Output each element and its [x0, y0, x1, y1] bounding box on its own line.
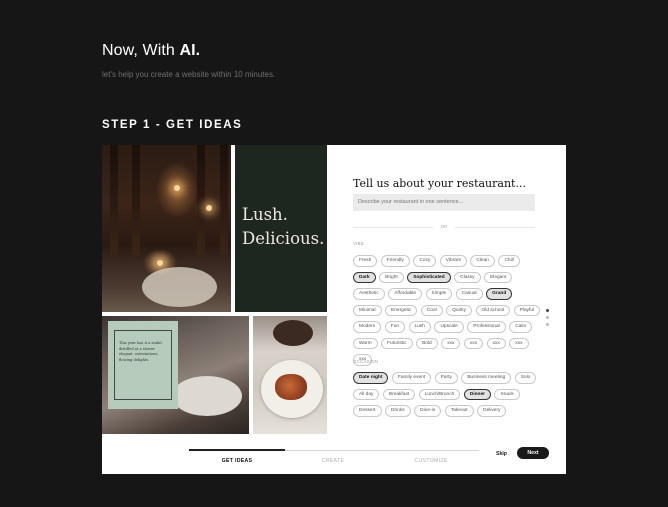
vibe-chip[interactable]: Clean — [470, 255, 495, 267]
vibe-chip[interactable]: Elegant — [484, 271, 513, 283]
vibe-chip[interactable]: Minimal — [353, 304, 382, 316]
wizard-footer: GET IDEAS CREATE CUSTOMIZE Skip Next — [102, 434, 566, 474]
skip-button[interactable]: Skip — [496, 451, 507, 457]
vibe-chip[interactable]: xxx — [486, 337, 506, 349]
vibe-chip[interactable]: Grand — [486, 288, 513, 300]
vibe-chip[interactable]: Calm — [509, 321, 533, 333]
scroll-indicator — [546, 309, 549, 330]
occasion-chip[interactable]: Party — [434, 372, 458, 384]
occasion-chip-group: Date night Family event Party Business meet… — [353, 372, 543, 417]
scroll-dot — [546, 316, 549, 319]
occasion-chip[interactable]: Solo — [514, 372, 537, 384]
scroll-dot — [546, 309, 549, 312]
vibe-chip[interactable]: Cool — [420, 304, 443, 316]
vibe-chip[interactable]: Aesthetic — [353, 288, 385, 300]
vibe-chip[interactable]: Simple — [425, 288, 453, 300]
vibe-chip[interactable]: Dark — [353, 271, 376, 283]
vibe-chip-group: Fresh Friendly Cozy Vibrant Clean Chill Dark Br… — [353, 255, 543, 366]
step-tab-customize[interactable]: CUSTOMIZE — [383, 458, 479, 464]
vibe-chip[interactable]: Energetic — [385, 304, 418, 316]
step-tab-get-ideas[interactable]: GET IDEAS — [189, 458, 285, 464]
occasion-chip[interactable]: Family event — [391, 372, 432, 384]
next-button[interactable]: Next — [517, 447, 549, 459]
vibe-chip[interactable]: Modern — [353, 321, 382, 333]
vibe-chip[interactable]: Fun — [384, 321, 406, 333]
vibe-chip[interactable]: Classy — [454, 271, 481, 283]
vibe-chip[interactable]: Cozy — [413, 255, 437, 267]
vibe-chip[interactable]: Casual — [455, 288, 483, 300]
occasion-chip[interactable]: Dessert — [353, 405, 382, 417]
vibe-chip[interactable]: Fresh — [353, 255, 378, 267]
tagline-line2: Delicious. — [242, 229, 325, 248]
vibe-chip[interactable]: Futuristic — [381, 337, 413, 349]
restaurant-description-input[interactable] — [353, 194, 535, 211]
restaurant-form-panel: Tell us about your restaurant... OR VIBE… — [328, 145, 566, 434]
vibe-chip[interactable]: Old school — [475, 304, 511, 316]
occasion-chip[interactable]: Lunch/Brunch — [418, 388, 461, 400]
vibe-chip[interactable]: Vibrant — [439, 255, 467, 267]
hero-title-prefix: Now, With — [102, 42, 180, 59]
occasion-chip[interactable]: All day — [353, 388, 380, 400]
hero-subtitle: let's help you create a website within 1… — [102, 70, 276, 79]
progress-fill — [189, 449, 285, 451]
form-title: Tell us about your restaurant... — [353, 177, 526, 190]
scroll-dot — [546, 323, 549, 326]
vibe-chip[interactable]: Playful — [513, 304, 541, 316]
step-title: STEP 1 - GET IDEAS — [102, 119, 243, 131]
vibe-chip[interactable]: Lush — [408, 321, 431, 333]
occasion-chip[interactable]: Date night — [353, 372, 389, 384]
vibe-chip[interactable]: Upscale — [434, 321, 464, 333]
occasion-chip[interactable]: Drinks — [385, 405, 411, 417]
step-tab-create[interactable]: CREATE — [285, 458, 381, 464]
or-divider: OR — [353, 224, 535, 230]
occasion-chip[interactable]: Takeout — [444, 405, 474, 417]
menu-card-image: This year has it a sinful, distilled at … — [102, 316, 249, 434]
restaurant-interior-image — [102, 145, 231, 312]
vibe-label: VIBE — [353, 241, 364, 246]
hero-title: Now, With AI. — [102, 42, 200, 60]
occasion-chip[interactable]: Dinner — [463, 388, 491, 400]
occasion-chip[interactable]: Delivery — [477, 405, 507, 417]
occasion-chip[interactable]: Business meeting — [461, 372, 512, 384]
tagline-line1: Lush. — [242, 205, 288, 224]
vibe-chip[interactable]: Chill — [498, 255, 520, 267]
vibe-chip[interactable]: xxx — [509, 337, 529, 349]
food-dish-image — [253, 316, 327, 434]
hero-title-ai: AI. — [179, 42, 201, 59]
wizard-frame: Lush. Delicious. This year has it a sinf… — [102, 145, 566, 474]
vibe-chip[interactable]: Bright — [379, 271, 404, 283]
menu-card-text: This year has it a sinful, distilled at … — [119, 341, 163, 362]
vibe-chip[interactable]: xxx — [441, 337, 461, 349]
occasion-chip[interactable]: Dine-in — [414, 405, 442, 417]
vibe-chip[interactable]: Professional — [467, 321, 506, 333]
or-label: OR — [440, 224, 448, 229]
vibe-chip[interactable]: Bold — [416, 337, 438, 349]
vibe-chip[interactable]: xxx — [463, 337, 484, 349]
vibe-chip[interactable]: Warm — [353, 337, 378, 349]
vibe-chip[interactable]: Affordable — [388, 288, 423, 300]
occasion-chip[interactable]: Breakfast — [382, 388, 416, 400]
tagline-panel: Lush. Delicious. — [235, 145, 327, 312]
vibe-chip[interactable]: Friendly — [380, 255, 410, 267]
occasion-chip[interactable]: Snack — [494, 388, 520, 400]
occasion-label: OCCASION — [353, 359, 379, 364]
vibe-chip[interactable]: Sophisticated — [407, 271, 451, 283]
vibe-chip[interactable]: Quirky — [446, 304, 473, 316]
